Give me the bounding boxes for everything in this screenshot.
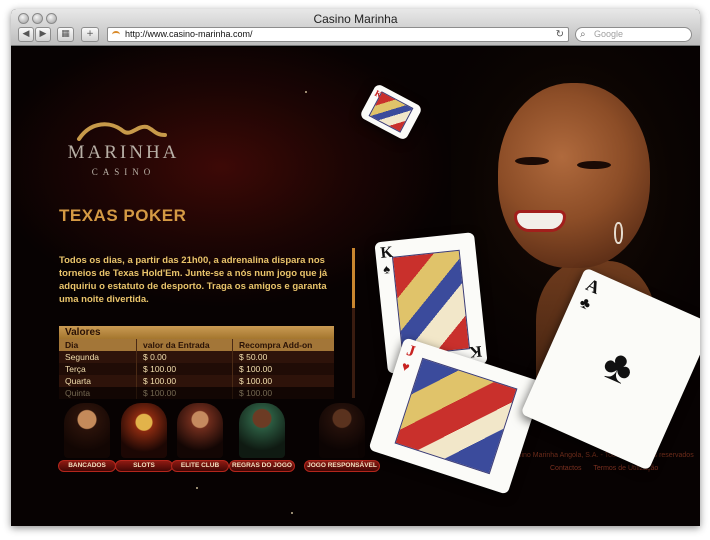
dealer-image: [64, 403, 110, 458]
card-rank: K: [467, 342, 483, 361]
nav-item-slots[interactable]: SLOTS: [115, 403, 173, 481]
table-header-row: Dia valor da Entrada Recompra Add-on: [59, 339, 334, 351]
nav-item-responsible-gaming[interactable]: JOGO RESPONSÁVEL: [304, 403, 380, 481]
club-icon: ♣: [595, 338, 642, 396]
earring: [614, 222, 623, 244]
column-header: Recompra Add-on: [239, 340, 313, 350]
card-art: [394, 358, 518, 474]
rebuy-cell: $ 50.00: [239, 352, 268, 362]
intro-text: Todos os dias, a partir das 21h00, a adr…: [59, 255, 328, 305]
page-title: TEXAS POKER: [59, 206, 187, 225]
hero-model-smile: [514, 210, 566, 232]
playing-card-small: K: [359, 83, 423, 141]
day-cell: Quinta: [59, 387, 137, 399]
forward-button[interactable]: ▶: [35, 27, 51, 42]
add-bookmark-button[interactable]: +: [81, 27, 99, 42]
entry-cell: $ 0.00: [137, 351, 233, 363]
card-rank: K: [379, 243, 394, 262]
web-page: MARINHA CASINO TEXAS POKER Todos os dias…: [11, 47, 700, 526]
back-icon: ◀: [22, 29, 30, 39]
table-title: Valores: [59, 326, 334, 339]
contacts-link[interactable]: Contactos: [550, 465, 582, 472]
hero-model-eye: [577, 161, 611, 169]
footer-links: Contactos Termos de Utilização: [550, 465, 668, 472]
window-title: Casino Marinha: [313, 12, 398, 26]
entry-cell: $ 100.00: [137, 363, 233, 375]
nav-item-elite-club[interactable]: ELITE CLUB: [171, 403, 229, 481]
croupier-image: [239, 403, 285, 458]
nav-label[interactable]: BANCADOS: [58, 460, 116, 472]
reload-icon[interactable]: ↻: [556, 28, 564, 41]
rebuy-cell: $ 100.00: [239, 364, 273, 374]
entry-cell: $ 100.00: [137, 375, 233, 387]
day-cell: Segunda: [59, 351, 137, 363]
browser-titlebar: Casino Marinha ◀ ▶ ▦ + http://www.casino…: [11, 9, 700, 46]
nav-item-bancados[interactable]: BANCADOS: [58, 403, 116, 481]
rebuy-cell: $ 100.00: [239, 376, 273, 386]
scrollbar-thumb[interactable]: [352, 248, 355, 308]
hero-model-eye: [515, 157, 549, 165]
nav-label[interactable]: REGRAS DO JOGO: [229, 460, 295, 472]
nav-item-rules[interactable]: REGRAS DO JOGO: [229, 403, 295, 481]
table-row: Segunda $ 0.00 $ 50.00: [59, 351, 334, 363]
heart-icon: ♥: [399, 358, 412, 375]
url-text: http://www.casino-marinha.com/: [125, 29, 253, 39]
day-cell: Quarta: [59, 375, 137, 387]
nav-label[interactable]: ELITE CLUB: [171, 460, 229, 472]
card-rank: A: [583, 274, 604, 298]
copyright-text: Casino Marinha Angola, S.A. - Todos os d…: [509, 452, 694, 459]
sparkle: [196, 487, 198, 489]
logo-subtitle: CASINO: [91, 167, 156, 177]
logo-wave-icon: [77, 122, 167, 141]
column-header: valor da Entrada: [137, 339, 233, 351]
sparkle: [291, 512, 293, 514]
column-header: Dia: [59, 339, 137, 351]
club-icon: ♣: [576, 293, 594, 314]
slots-image: [121, 403, 167, 458]
search-field[interactable]: ⌕ Google: [575, 27, 692, 42]
bookmarks-button[interactable]: ▦: [57, 27, 74, 42]
table-row: Quinta $ 100.00 $ 100.00: [59, 387, 334, 399]
prices-table: Valores Dia valor da Entrada Recompra Ad…: [59, 326, 334, 399]
logo-word: MARINHA: [67, 142, 180, 163]
hero-model-face: [498, 83, 650, 268]
back-button[interactable]: ◀: [18, 27, 34, 42]
entry-cell: $ 100.00: [137, 387, 233, 399]
table-row: Terça $ 100.00 $ 100.00: [59, 363, 334, 375]
elite-club-image: [177, 403, 223, 458]
table-row: Quarta $ 100.00 $ 100.00: [59, 375, 334, 387]
favicon-icon: [112, 31, 120, 38]
forward-icon: ▶: [39, 29, 47, 39]
nav-label[interactable]: SLOTS: [115, 460, 173, 472]
search-icon: ⌕: [580, 29, 586, 40]
nav-label[interactable]: JOGO RESPONSÁVEL: [304, 460, 380, 472]
browser-window: Casino Marinha ◀ ▶ ▦ + http://www.casino…: [11, 9, 700, 526]
casino-logo[interactable]: MARINHA CASINO: [61, 117, 191, 177]
grid-icon: ▦: [61, 29, 70, 39]
plus-icon: +: [86, 29, 94, 39]
spade-icon: ♠: [382, 261, 391, 277]
search-placeholder: Google: [594, 29, 624, 39]
sparkle: [305, 91, 307, 93]
address-bar[interactable]: http://www.casino-marinha.com/ ↻: [107, 27, 569, 42]
host-image: [319, 403, 365, 458]
section-nav: BANCADOS SLOTS ELITE CLUB REGRAS DO JOGO…: [11, 403, 391, 483]
rebuy-cell: $ 100.00: [239, 388, 273, 398]
day-cell: Terça: [59, 363, 137, 375]
